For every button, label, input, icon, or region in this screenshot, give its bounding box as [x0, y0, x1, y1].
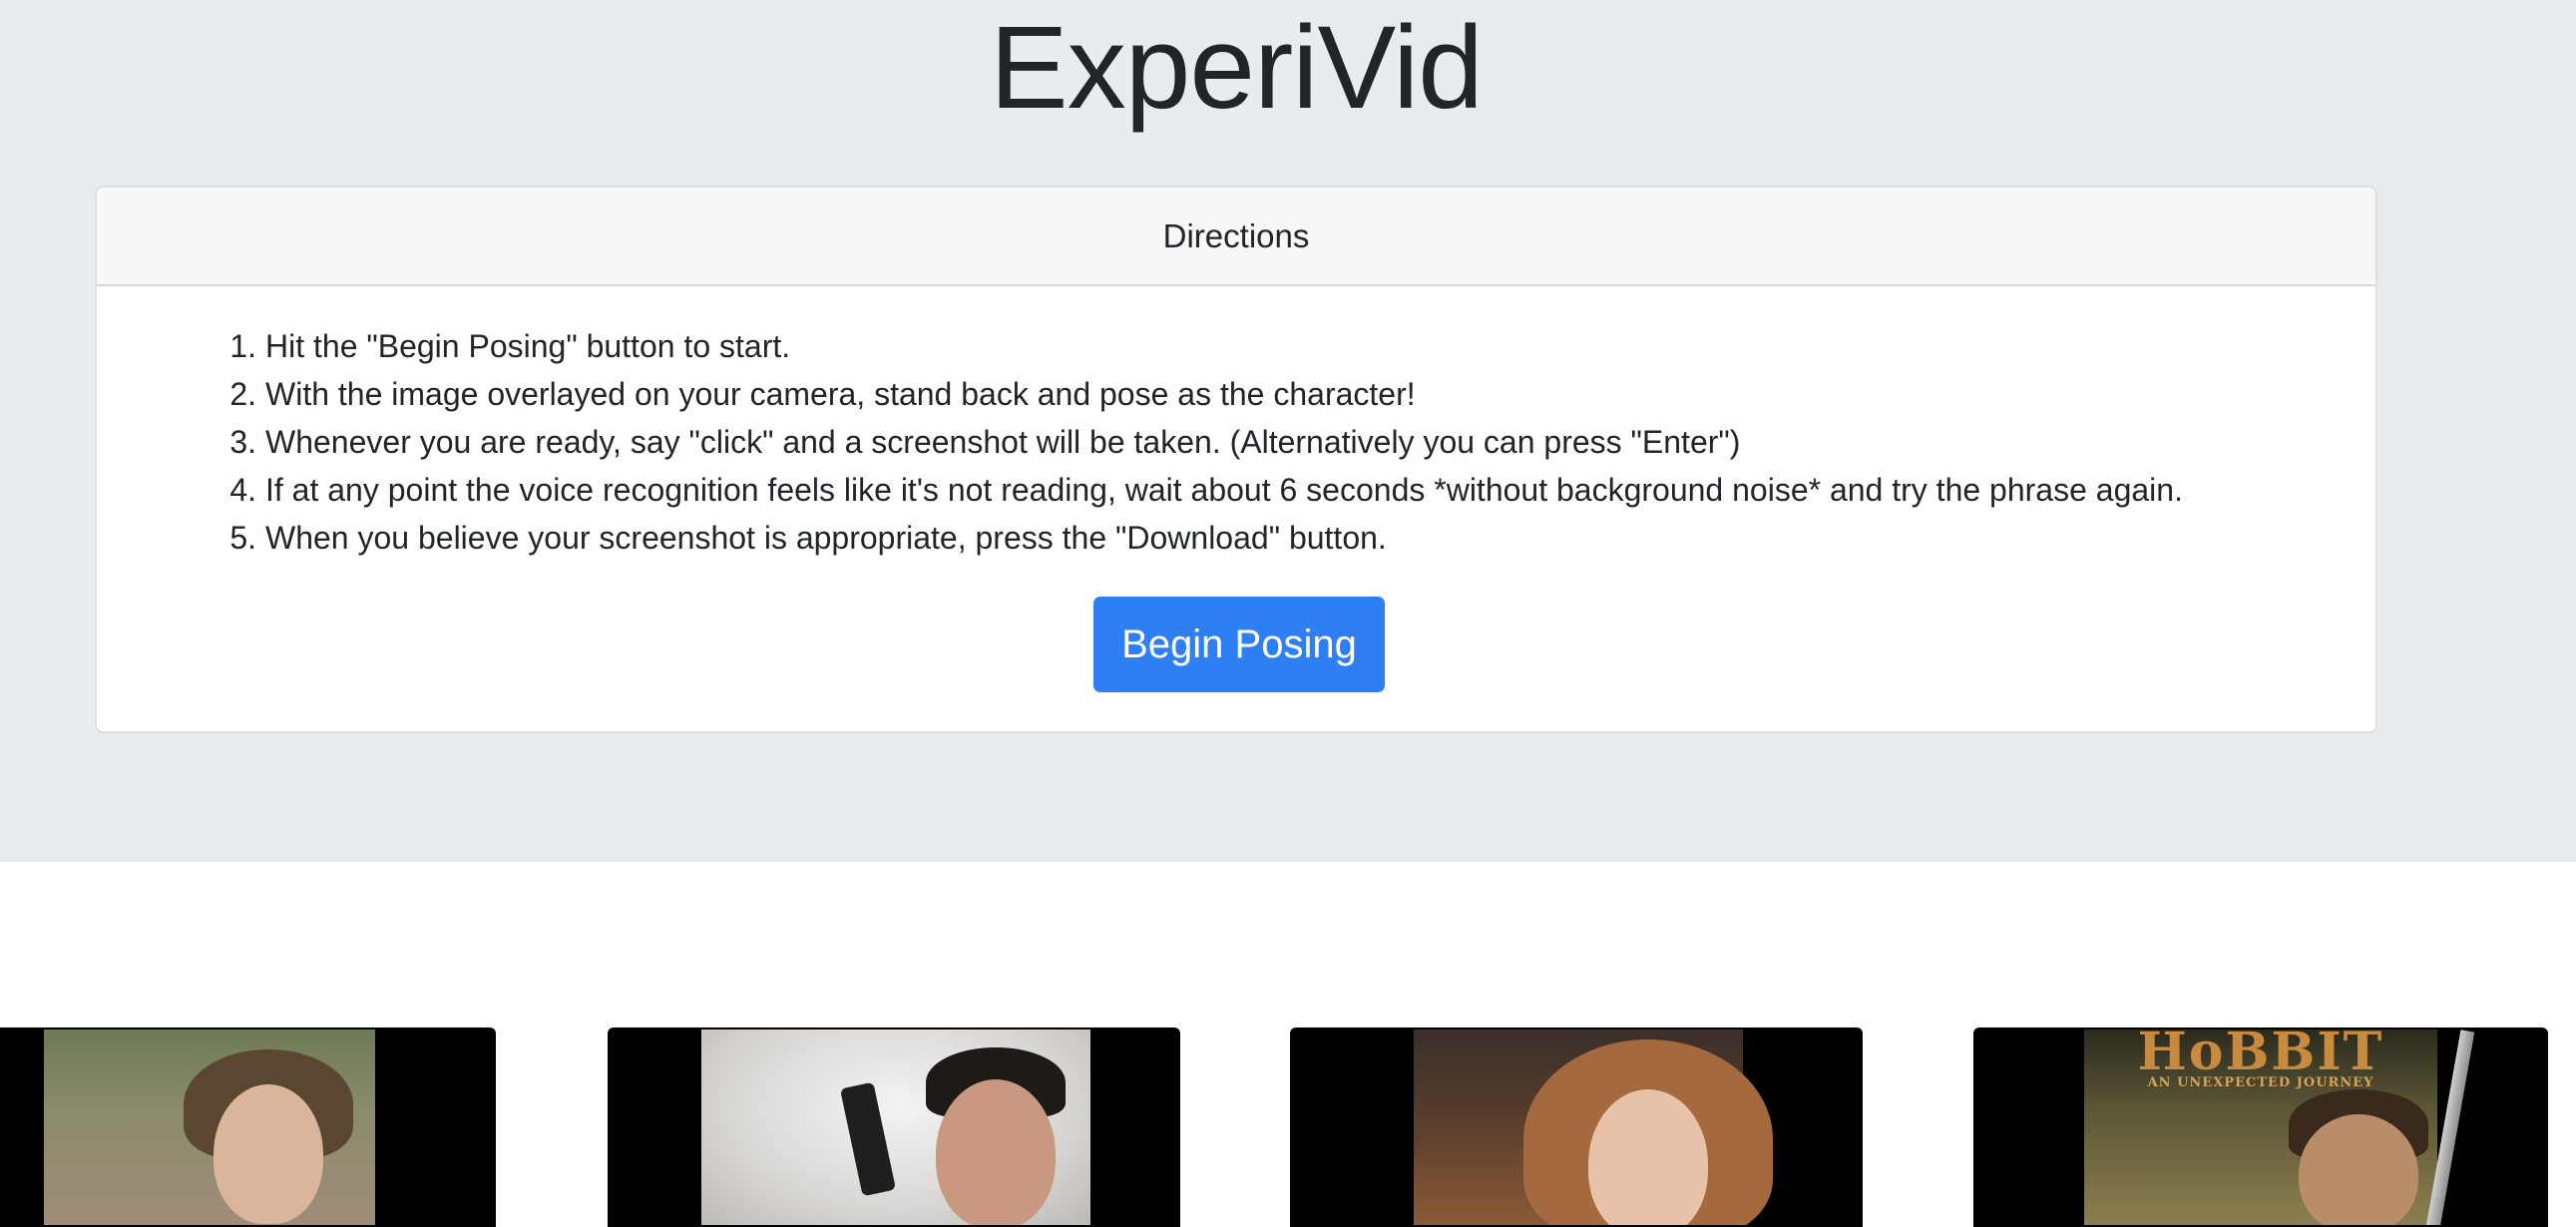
character-card-hermione[interactable] — [1290, 1027, 1863, 1227]
character-image — [1414, 1029, 1773, 1225]
hobbit-logo: HoBBIT AN UNEXPECTED JOURNEY — [2137, 1027, 2384, 1090]
begin-posing-button[interactable]: Begin Posing — [1093, 597, 1385, 692]
directions-list: 1. Hit the "Begin Posing" button to start… — [216, 322, 2183, 562]
character-image — [701, 1029, 1090, 1225]
direction-step: 5. When you believe your screenshot is ap… — [216, 514, 2183, 562]
character-card-hobbit[interactable]: HoBBIT AN UNEXPECTED JOURNEY — [1973, 1027, 2548, 1227]
direction-step: 3. Whenever you are ready, say "click" an… — [216, 418, 2183, 466]
direction-step: 1. Hit the "Begin Posing" button to start… — [216, 322, 2183, 370]
direction-step-text: With the image overlayed on your camera,… — [265, 376, 1416, 412]
direction-step-text: If at any point the voice recognition fe… — [265, 472, 2183, 508]
directions-header: Directions — [97, 188, 2375, 286]
jumbotron: ExperiVid Directions 1. Hit the "Begin Po… — [0, 0, 2576, 862]
direction-step: 4. If at any point the voice recognition … — [216, 466, 2183, 514]
direction-step: 2. With the image overlayed on your camer… — [216, 370, 2183, 418]
character-image — [44, 1029, 375, 1225]
app-title: ExperiVid — [990, 2, 1484, 134]
character-card-arya[interactable] — [0, 1027, 496, 1227]
direction-step-text: Whenever you are ready, say "click" and … — [265, 424, 1741, 460]
character-card-bond[interactable] — [608, 1027, 1180, 1227]
direction-step-text: Hit the "Begin Posing" button to start. — [265, 328, 791, 364]
direction-step-text: When you believe your screenshot is appr… — [265, 520, 1387, 556]
